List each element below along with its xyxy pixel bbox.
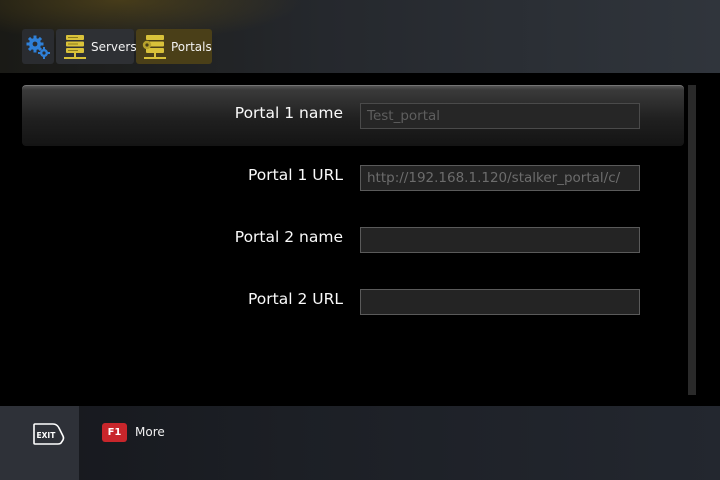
portal-2-url-field[interactable]	[360, 289, 640, 315]
portal-settings-list: Portal 1 name Test_portal Portal 1 URL h…	[0, 73, 720, 406]
server-icon	[64, 34, 86, 60]
row-label: Portal 2 name	[234, 228, 343, 246]
scrollbar[interactable]	[688, 85, 696, 395]
settings-row-portal-1-name[interactable]: Portal 1 name Test_portal	[22, 85, 684, 146]
footer-bar: EXIT F1 More	[0, 406, 720, 480]
header-bar: Servers Portals	[0, 0, 720, 73]
more-label: More	[135, 425, 165, 439]
exit-button[interactable]: EXIT	[33, 422, 65, 450]
portal-1-name-field[interactable]: Test_portal	[360, 103, 640, 129]
breadcrumb-servers[interactable]: Servers	[56, 29, 137, 64]
portal-server-icon	[142, 34, 166, 60]
row-label: Portal 2 URL	[248, 290, 343, 308]
settings-row-portal-1-url[interactable]: Portal 1 URL http://192.168.1.120/stalke…	[22, 147, 684, 208]
settings-row-portal-2-name[interactable]: Portal 2 name	[22, 209, 684, 270]
row-label: Portal 1 URL	[248, 166, 343, 184]
breadcrumb-servers-label: Servers	[91, 39, 137, 54]
exit-key-icon: EXIT	[33, 423, 65, 445]
breadcrumb-settings[interactable]	[22, 29, 54, 64]
breadcrumb-portals[interactable]: Portals	[136, 29, 212, 64]
settings-row-portal-2-url[interactable]: Portal 2 URL	[22, 271, 684, 332]
exit-key-label: EXIT	[37, 431, 57, 440]
portal-1-url-field[interactable]: http://192.168.1.120/stalker_portal/c/	[360, 165, 640, 191]
breadcrumb-portals-label: Portals	[171, 39, 212, 54]
f1-key-badge[interactable]: F1	[102, 423, 127, 442]
exit-area[interactable]: EXIT	[0, 406, 79, 480]
gears-icon	[25, 34, 51, 60]
portal-2-name-field[interactable]	[360, 227, 640, 253]
row-label: Portal 1 name	[234, 104, 343, 122]
